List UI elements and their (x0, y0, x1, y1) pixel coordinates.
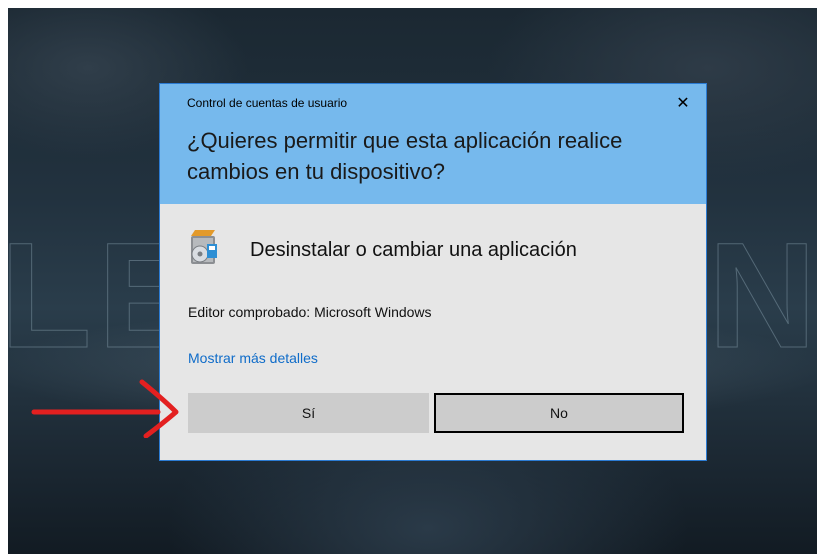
background-wallpaper-letters-right: N (707, 211, 817, 379)
dialog-question: ¿Quieres permitir que esta aplicación re… (187, 128, 623, 184)
no-button[interactable]: No (434, 393, 684, 433)
dialog-title: Control de cuentas de usuario (187, 96, 348, 110)
publisher-text: Editor comprobado: Microsoft Windows (188, 304, 432, 320)
app-name: Desinstalar o cambiar una aplicación (250, 239, 577, 261)
programs-installer-icon (191, 230, 217, 264)
annotation-arrow-icon (31, 379, 179, 438)
uac-dialog-header: Control de cuentas de usuario ✕ ¿Quieres… (160, 84, 706, 204)
show-details-link[interactable]: Mostrar más detalles (188, 350, 318, 366)
close-button[interactable]: ✕ (668, 92, 698, 116)
yes-button[interactable]: Sí (188, 393, 429, 433)
uac-dialog: Control de cuentas de usuario ✕ ¿Quieres… (159, 83, 707, 461)
